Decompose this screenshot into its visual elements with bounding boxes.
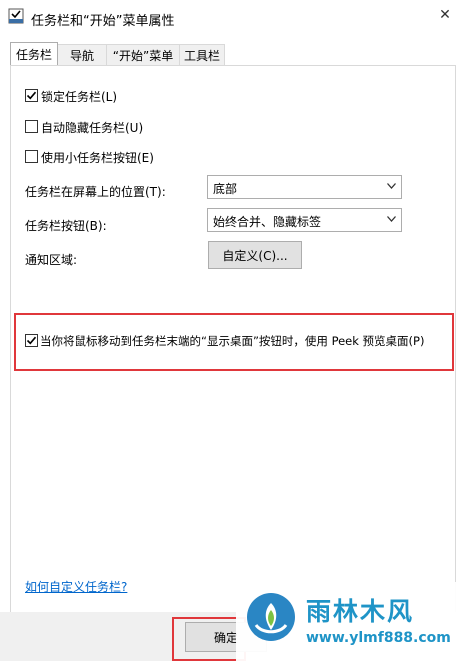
- close-icon: ✕: [439, 7, 451, 23]
- small-buttons-label: 使用小任务栏按钮(E): [41, 151, 154, 165]
- watermark: 雨林木风 www.ylmf888.com: [236, 582, 466, 661]
- customize-button-label: 自定义(C)...: [222, 248, 288, 263]
- watermark-url: www.ylmf888.com: [306, 630, 451, 646]
- window-title: 任务栏和“开始”菜单属性: [31, 14, 175, 29]
- ylmf-logo-icon: [244, 590, 298, 644]
- taskbar-location-value: 底部: [213, 182, 238, 196]
- taskbar-location-select[interactable]: 底部: [207, 175, 402, 199]
- help-link[interactable]: 如何自定义任务栏?: [25, 578, 127, 595]
- taskbar-properties-icon: [8, 8, 24, 24]
- tab-start-menu[interactable]: “开始”菜单: [106, 44, 180, 65]
- tab-toolbars[interactable]: 工具栏: [179, 44, 225, 65]
- tab-navigation-label: 导航: [69, 48, 94, 63]
- tab-navigation[interactable]: 导航: [57, 44, 107, 65]
- chevron-down-icon: [387, 216, 396, 222]
- tab-start-menu-label: “开始”菜单: [112, 48, 174, 63]
- checkmark-icon: [26, 336, 37, 345]
- ok-button-label: 确定: [213, 630, 238, 645]
- peek-label: 当你将鼠标移动到任务栏末端的“显示桌面”按钮时，使用 Peek 预览桌面(P): [40, 334, 425, 348]
- taskbar-buttons-value: 始终合并、隐藏标签: [213, 215, 322, 229]
- auto-hide-label: 自动隐藏任务栏(U): [41, 121, 144, 135]
- taskbar-buttons-select[interactable]: 始终合并、隐藏标签: [207, 208, 402, 232]
- peek-checkbox[interactable]: [25, 334, 38, 347]
- tab-taskbar-label: 任务栏: [15, 47, 52, 62]
- tab-taskbar[interactable]: 任务栏: [10, 42, 58, 65]
- watermark-name: 雨林木风: [306, 597, 415, 626]
- chevron-down-icon: [387, 183, 396, 189]
- lock-taskbar-checkbox[interactable]: [25, 89, 38, 102]
- lock-taskbar-label: 锁定任务栏(L): [41, 90, 118, 104]
- taskbar-location-label: 任务栏在屏幕上的位置(T):: [25, 185, 166, 199]
- customize-button[interactable]: 自定义(C)...: [208, 241, 302, 269]
- notification-area-label: 通知区域:: [25, 253, 78, 267]
- small-buttons-checkbox[interactable]: [25, 150, 38, 163]
- title-bar: 任务栏和“开始”菜单属性 ✕: [0, 0, 466, 36]
- auto-hide-checkbox[interactable]: [25, 120, 38, 133]
- taskbar-buttons-label: 任务栏按钮(B):: [25, 219, 107, 233]
- tab-toolbars-label: 工具栏: [183, 48, 220, 63]
- close-button[interactable]: ✕: [432, 4, 458, 26]
- checkmark-icon: [26, 91, 37, 100]
